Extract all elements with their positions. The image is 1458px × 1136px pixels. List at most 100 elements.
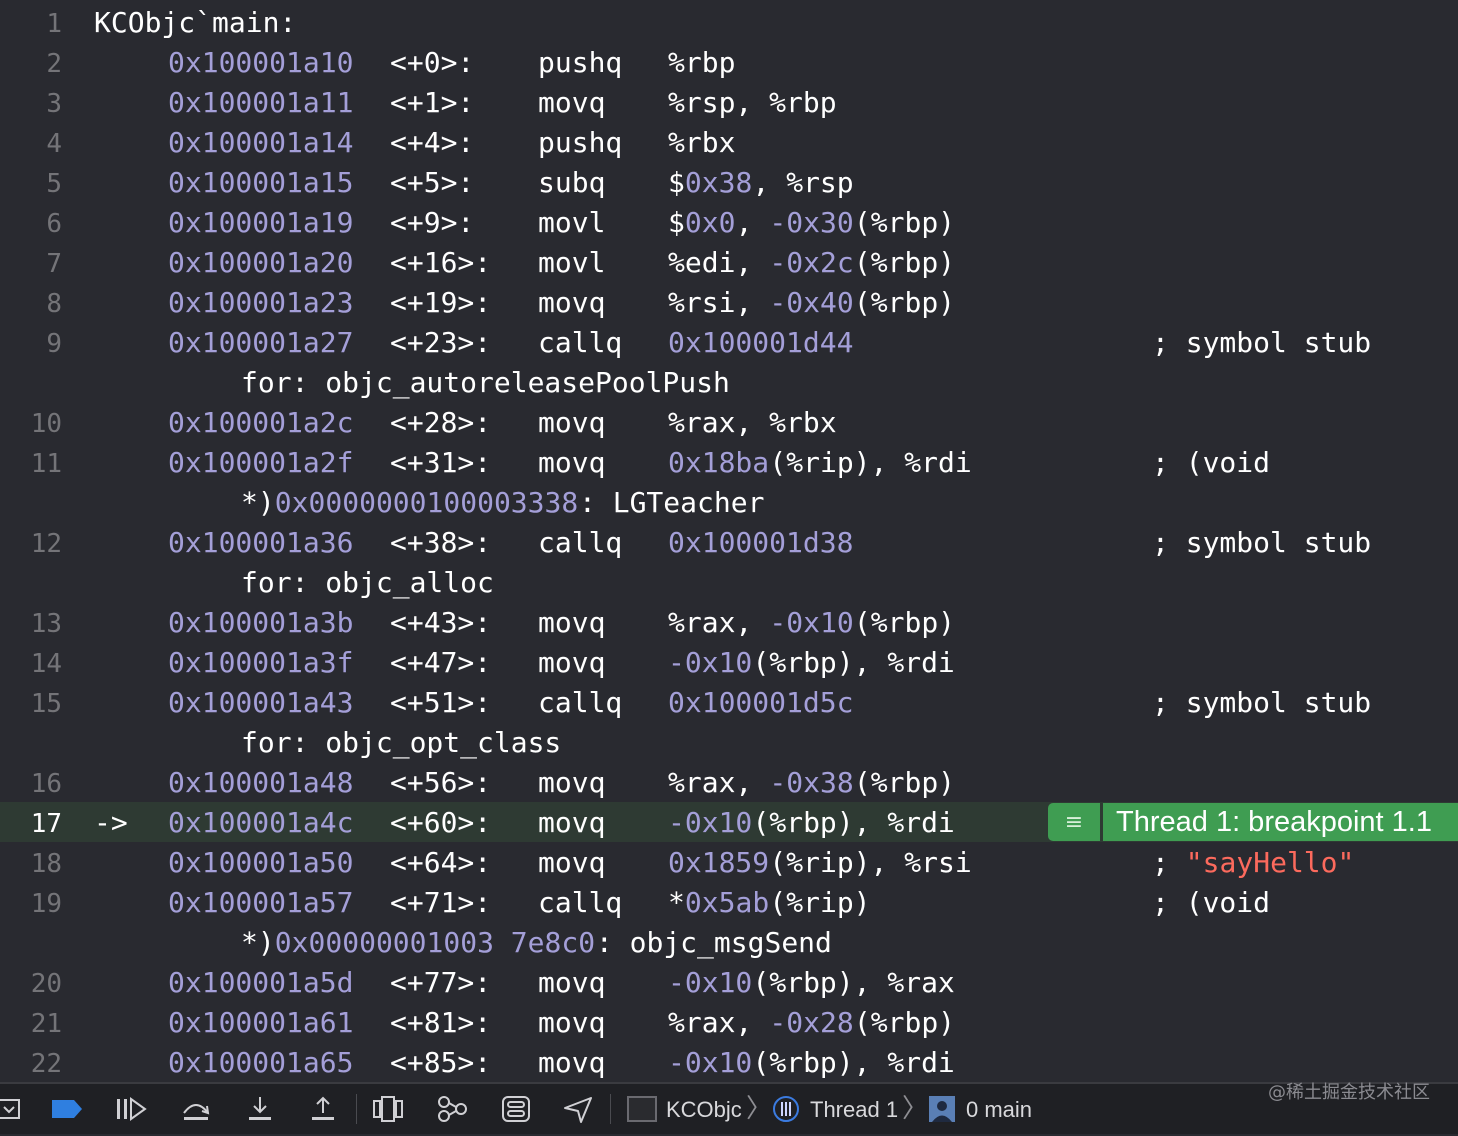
debug-view-hierarchy-icon[interactable]: [372, 1096, 404, 1122]
breakpoints-toggle-icon[interactable]: [50, 1096, 84, 1122]
line-number[interactable]: 20: [0, 962, 62, 1006]
breadcrumb-frame[interactable]: 0 main: [966, 1084, 1032, 1136]
toolbar-separator: [610, 1094, 611, 1124]
instruction-offset: <+16>:: [390, 246, 492, 279]
breakpoint-menu-icon[interactable]: ≡: [1048, 803, 1100, 841]
step-over-icon[interactable]: [180, 1096, 212, 1122]
line-number[interactable]: 8: [0, 282, 62, 326]
instruction-operand: -0x10: [668, 806, 753, 839]
instruction-address: 0x100001a2c: [168, 406, 354, 439]
code-line-3[interactable]: 3 0x100001a11 <+1>: movq %rsp, %rbp: [0, 82, 1458, 122]
code-line-18[interactable]: 18 0x100001a50 <+64>: movq 0x1859 (%rip), %rs…: [0, 842, 1458, 882]
instruction-operand: -0x28: [769, 1006, 854, 1039]
comment-continuation: for: objc_alloc: [241, 566, 494, 599]
code-line-22[interactable]: 22 0x100001a65 <+85>: movq -0x10 (%rbp), %rdi: [0, 1042, 1458, 1082]
line-number[interactable]: 3: [0, 82, 62, 126]
code-line-8[interactable]: 8 0x100001a23 <+19>: movq %rsi, -0x40 (%rbp): [0, 282, 1458, 322]
code-line-continuation[interactable]: for: objc_autoreleasePoolPush: [0, 362, 1458, 402]
line-number[interactable]: 17: [0, 802, 62, 846]
line-number[interactable]: 16: [0, 762, 62, 806]
code-line-continuation[interactable]: for: objc_opt_class: [0, 722, 1458, 762]
breadcrumb-process[interactable]: KCObjc: [666, 1084, 742, 1136]
code-line-13[interactable]: 13 0x100001a3b <+43>: movq %rax, -0x10 (%rbp): [0, 602, 1458, 642]
code-line-5[interactable]: 5 0x100001a15 <+5>: subq $0x38, %rsp: [0, 162, 1458, 202]
instruction-comment: ; (void: [1152, 886, 1271, 919]
step-out-icon[interactable]: [307, 1096, 339, 1122]
line-number[interactable]: 4: [0, 122, 62, 166]
line-number[interactable]: 7: [0, 242, 62, 286]
step-into-icon[interactable]: [244, 1096, 276, 1122]
line-number[interactable]: 2: [0, 42, 62, 86]
code-line-14[interactable]: 14 0x100001a3f <+47>: movq -0x10 (%rbp), %rdi: [0, 642, 1458, 682]
code-line-10[interactable]: 10 0x100001a2c <+28>: movq %rax, %rbx: [0, 402, 1458, 442]
instruction-offset: <+56>:: [390, 766, 492, 799]
instruction-address: 0x100001a20: [168, 246, 354, 279]
instruction-opcode: pushq: [538, 126, 623, 159]
line-number[interactable]: 19: [0, 882, 62, 926]
instruction-opcode: movq: [538, 86, 606, 119]
instruction-operand: (%rbp), %rdi: [752, 646, 955, 679]
instruction-operand: , %rsp: [752, 166, 854, 199]
code-line-7[interactable]: 7 0x100001a20 <+16>: movl %edi, -0x2c (%rbp): [0, 242, 1458, 282]
code-line-1[interactable]: 1 KCObjc`main:: [0, 2, 1458, 42]
line-number[interactable]: 21: [0, 1002, 62, 1046]
instruction-address: 0x100001a4c: [168, 806, 354, 839]
instruction-address: 0x100001a61: [168, 1006, 354, 1039]
environment-overrides-icon[interactable]: [500, 1096, 532, 1122]
comment-continuation: for: objc_opt_class: [241, 726, 562, 759]
line-number[interactable]: 10: [0, 402, 62, 446]
line-number[interactable]: 12: [0, 522, 62, 566]
instruction-address: 0x100001a3b: [168, 606, 354, 639]
code-line-11[interactable]: 11 0x100001a2f <+31>: movq 0x18ba (%rip), %rd…: [0, 442, 1458, 482]
continue-icon[interactable]: [114, 1096, 148, 1122]
line-number[interactable]: 18: [0, 842, 62, 886]
code-line-continuation[interactable]: for: objc_alloc: [0, 562, 1458, 602]
line-number[interactable]: 6: [0, 202, 62, 246]
line-number[interactable]: 11: [0, 442, 62, 486]
instruction-operand: -0x10: [668, 966, 753, 999]
breakpoint-annotation[interactable]: ≡ Thread 1: breakpoint 1.1: [1048, 803, 1458, 841]
code-line-4[interactable]: 4 0x100001a14 <+4>: pushq %rbx: [0, 122, 1458, 162]
instruction-opcode: movq: [538, 846, 606, 879]
line-number[interactable]: 14: [0, 642, 62, 686]
code-line-continuation[interactable]: *) 0x00000001003 7e8c0: objc_msgSend: [0, 922, 1458, 962]
line-number[interactable]: 13: [0, 602, 62, 646]
instruction-operand: 0x0: [684, 206, 736, 239]
code-line-9[interactable]: 9 0x100001a27 <+23>: callq 0x100001d44; symb…: [0, 322, 1458, 362]
instruction-offset: <+85>:: [390, 1046, 492, 1079]
instruction-operand: (%rbp): [853, 206, 956, 239]
instruction-operand: (%rbp), %rax: [752, 966, 955, 999]
instruction-operand: 0x100001d38: [668, 526, 854, 559]
instruction-operand: %rbp: [668, 46, 736, 79]
hide-debug-area-icon[interactable]: [0, 1096, 22, 1122]
instruction-operand: %rax, %rbx: [668, 406, 837, 439]
instruction-address: 0x100001a36: [168, 526, 354, 559]
line-number[interactable]: 1: [0, 2, 62, 46]
code-line-19[interactable]: 19 0x100001a57 <+71>: callq * 0x5ab (%rip); (v…: [0, 882, 1458, 922]
line-number[interactable]: 5: [0, 162, 62, 206]
simulate-location-icon[interactable]: [562, 1096, 594, 1123]
instruction-offset: <+23>:: [390, 326, 492, 359]
line-number[interactable]: 22: [0, 1042, 62, 1082]
line-number[interactable]: 9: [0, 322, 62, 366]
instruction-address: 0x100001a57: [168, 886, 354, 919]
instruction-address: 0x100001a15: [168, 166, 354, 199]
code-line-15[interactable]: 15 0x100001a43 <+51>: callq 0x100001d5c; sym…: [0, 682, 1458, 722]
instruction-opcode: callq: [538, 326, 623, 359]
instruction-operand: *: [668, 886, 685, 919]
instruction-operand: $: [668, 206, 685, 239]
instruction-operand: (%rip), %rsi: [769, 846, 972, 879]
debug-toolbar: KCObjc 〉 Thread 1 〉 0 main: [0, 1082, 1458, 1134]
memory-graph-icon[interactable]: [436, 1096, 468, 1122]
code-line-continuation[interactable]: *) 0x0000000100003338: LGTeacher: [0, 482, 1458, 522]
code-line-21[interactable]: 21 0x100001a61 <+81>: movq %rax, -0x28 (%rbp): [0, 1002, 1458, 1042]
code-line-12[interactable]: 12 0x100001a36 <+38>: callq 0x100001d38; sym…: [0, 522, 1458, 562]
instruction-offset: <+60>:: [390, 806, 492, 839]
code-line-6[interactable]: 6 0x100001a19 <+9>: movl $0x0, -0x30 (%rbp): [0, 202, 1458, 242]
code-line-2[interactable]: 2 0x100001a10 <+0>: pushq %rbp: [0, 42, 1458, 82]
instruction-operand: 0x1859: [668, 846, 770, 879]
breadcrumb-thread[interactable]: Thread 1: [810, 1084, 898, 1136]
code-line-16[interactable]: 16 0x100001a48 <+56>: movq %rax, -0x38 (%rbp): [0, 762, 1458, 802]
code-line-20[interactable]: 20 0x100001a5d <+77>: movq -0x10 (%rbp), %rax: [0, 962, 1458, 1002]
line-number[interactable]: 15: [0, 682, 62, 726]
